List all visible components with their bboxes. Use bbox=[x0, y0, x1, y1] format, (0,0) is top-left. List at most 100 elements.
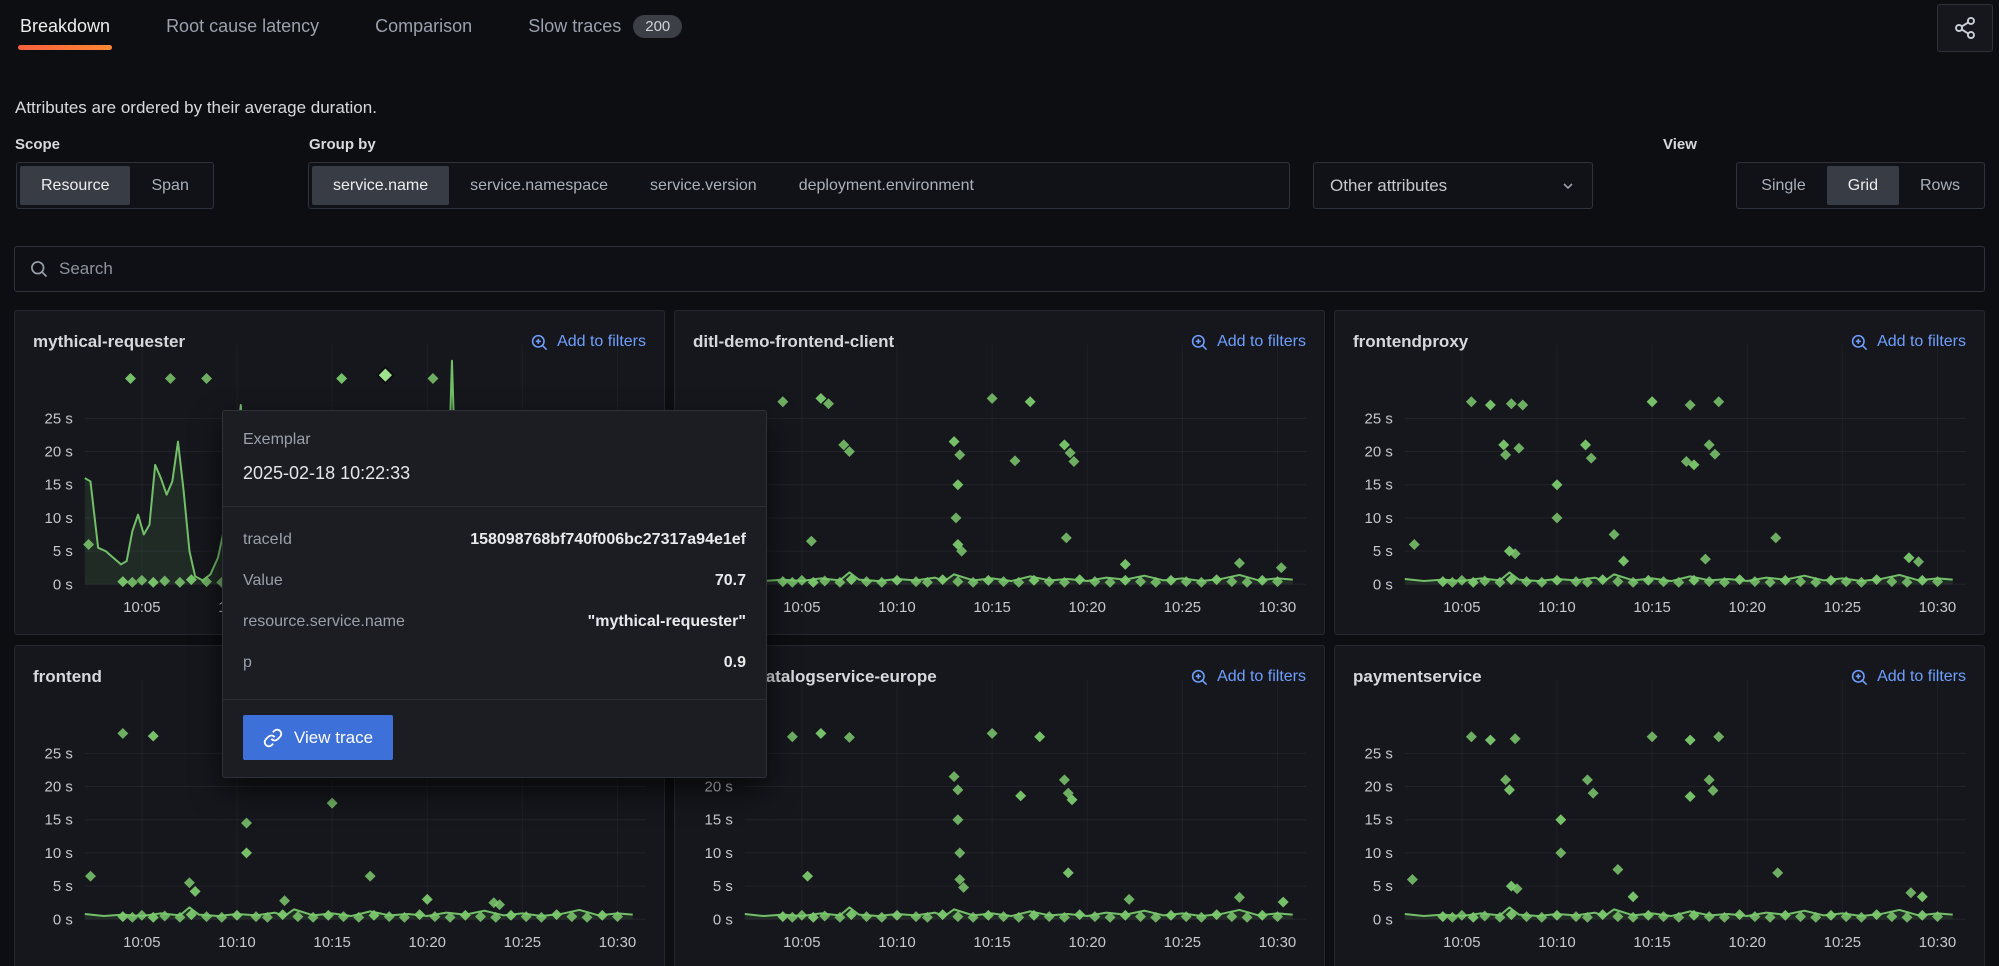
latency-chart[interactable]: 0 s5 s10 s15 s20 s25 s10:0510:1010:1510:… bbox=[1335, 311, 1984, 634]
tab-breakdown[interactable]: Breakdown bbox=[20, 0, 110, 52]
svg-text:10:15: 10:15 bbox=[1633, 599, 1670, 616]
tab-comparison[interactable]: Comparison bbox=[375, 0, 472, 52]
svg-text:0 s: 0 s bbox=[53, 576, 73, 593]
svg-text:25 s: 25 s bbox=[45, 745, 73, 762]
svg-text:10 s: 10 s bbox=[1365, 845, 1393, 862]
tab-label: Slow traces bbox=[528, 16, 621, 37]
view-group: Single Grid Rows bbox=[1736, 162, 1985, 209]
row-label: p bbox=[243, 654, 252, 672]
service-panel: 0 s5 s10 s15 s20 s25 s10:0510:1010:1510:… bbox=[674, 645, 1325, 966]
view-option-single[interactable]: Single bbox=[1740, 166, 1826, 205]
tab-label: Root cause latency bbox=[166, 16, 319, 37]
svg-text:10:20: 10:20 bbox=[1729, 934, 1766, 951]
svg-text:10:25: 10:25 bbox=[1164, 934, 1201, 951]
svg-text:10:10: 10:10 bbox=[1538, 934, 1575, 951]
service-panel: 0 s5 s10 s15 s20 s25 s10:0510:1010:1510:… bbox=[1334, 310, 1985, 635]
row-label: resource.service.name bbox=[243, 613, 405, 631]
svg-text:10:10: 10:10 bbox=[878, 934, 915, 951]
tab-bar: Breakdown Root cause latency Comparison … bbox=[0, 0, 1999, 52]
groupby-group: service.name service.namespace service.v… bbox=[308, 162, 1290, 209]
svg-text:10:20: 10:20 bbox=[409, 934, 446, 951]
svg-text:0 s: 0 s bbox=[1373, 576, 1393, 593]
other-attributes-value: Other attributes bbox=[1330, 176, 1447, 196]
share-icon bbox=[1952, 15, 1978, 41]
service-panel: 0 s5 s10 s15 s20 s25 s10:0510:1010:1510:… bbox=[1334, 645, 1985, 966]
svg-text:25 s: 25 s bbox=[45, 410, 73, 427]
svg-text:15 s: 15 s bbox=[45, 812, 73, 829]
svg-text:10:25: 10:25 bbox=[504, 934, 541, 951]
svg-text:10:15: 10:15 bbox=[973, 599, 1010, 616]
view-trace-button[interactable]: View trace bbox=[243, 715, 393, 760]
svg-text:10:30: 10:30 bbox=[1919, 599, 1956, 616]
add-to-filters-label: Add to filters bbox=[1877, 668, 1966, 686]
svg-text:10:30: 10:30 bbox=[599, 934, 636, 951]
view-option-grid[interactable]: Grid bbox=[1827, 166, 1899, 205]
svg-text:10:30: 10:30 bbox=[1259, 934, 1296, 951]
row-value: 158098768bf740f006bc27317a94e1ef bbox=[470, 531, 746, 549]
service-panel: 0 s5 s10 s15 s20 s25 s10:0510:1010:1510:… bbox=[674, 310, 1325, 635]
groupby-option-service-name[interactable]: service.name bbox=[312, 166, 449, 205]
panel-title: frontendproxy bbox=[1353, 332, 1468, 352]
svg-text:5 s: 5 s bbox=[1373, 543, 1393, 560]
groupby-option-service-version[interactable]: service.version bbox=[629, 166, 778, 205]
tooltip-rows: traceId 158098768bf740f006bc27317a94e1ef… bbox=[223, 507, 766, 700]
tooltip-row-p: p 0.9 bbox=[243, 642, 746, 683]
row-value: 0.9 bbox=[724, 654, 746, 672]
view-label: View bbox=[1663, 136, 1697, 153]
share-button[interactable] bbox=[1937, 4, 1993, 52]
add-to-filters-button[interactable]: Add to filters bbox=[1190, 333, 1306, 352]
add-to-filters-label: Add to filters bbox=[1217, 668, 1306, 686]
svg-text:10 s: 10 s bbox=[45, 510, 73, 527]
row-value: 70.7 bbox=[715, 572, 746, 590]
view-trace-label: View trace bbox=[294, 728, 373, 748]
groupby-option-deployment-environment[interactable]: deployment.environment bbox=[778, 166, 995, 205]
other-attributes-select[interactable]: Other attributes bbox=[1313, 162, 1593, 209]
tooltip-row-value: Value 70.7 bbox=[243, 560, 746, 601]
scope-option-resource[interactable]: Resource bbox=[20, 166, 130, 205]
tooltip-footer: View trace bbox=[223, 700, 766, 777]
panel-title: paymentservice bbox=[1353, 667, 1482, 687]
svg-text:20 s: 20 s bbox=[45, 779, 73, 796]
add-to-filters-label: Add to filters bbox=[1217, 333, 1306, 351]
svg-text:10:05: 10:05 bbox=[1443, 934, 1480, 951]
panel-header: paymentservice Add to filters bbox=[1335, 646, 1984, 694]
latency-chart[interactable]: 0 s5 s10 s15 s20 s25 s10:0510:1010:1510:… bbox=[675, 311, 1324, 634]
scope-option-span[interactable]: Span bbox=[130, 166, 209, 205]
exemplar-tooltip: Exemplar 2025-02-18 10:22:33 traceId 158… bbox=[222, 410, 767, 778]
svg-text:15 s: 15 s bbox=[45, 477, 73, 494]
svg-text:15 s: 15 s bbox=[1365, 812, 1393, 829]
add-to-filters-button[interactable]: Add to filters bbox=[1190, 668, 1306, 687]
svg-text:10:30: 10:30 bbox=[1919, 934, 1956, 951]
svg-text:25 s: 25 s bbox=[1365, 410, 1393, 427]
add-to-filters-button[interactable]: Add to filters bbox=[1850, 333, 1966, 352]
latency-chart[interactable]: 0 s5 s10 s15 s20 s25 s10:0510:1010:1510:… bbox=[1335, 646, 1984, 966]
svg-text:10:15: 10:15 bbox=[973, 934, 1010, 951]
link-icon bbox=[263, 728, 283, 748]
svg-text:10:25: 10:25 bbox=[1824, 599, 1861, 616]
groupby-option-service-namespace[interactable]: service.namespace bbox=[449, 166, 629, 205]
tooltip-row-traceid: traceId 158098768bf740f006bc27317a94e1ef bbox=[243, 519, 746, 560]
tab-root-cause-latency[interactable]: Root cause latency bbox=[166, 0, 319, 52]
panel-header: productcatalogservice-europe Add to filt… bbox=[675, 646, 1324, 694]
tooltip-header: Exemplar 2025-02-18 10:22:33 bbox=[223, 411, 766, 507]
panel-header: frontendproxy Add to filters bbox=[1335, 311, 1984, 359]
tab-slow-traces[interactable]: Slow traces 200 bbox=[528, 0, 682, 52]
add-to-filters-button[interactable]: Add to filters bbox=[1850, 668, 1966, 687]
zoom-plus-icon bbox=[1190, 333, 1209, 352]
zoom-plus-icon bbox=[1190, 668, 1209, 687]
latency-chart[interactable]: 0 s5 s10 s15 s20 s25 s10:0510:1010:1510:… bbox=[675, 646, 1324, 966]
svg-text:10:30: 10:30 bbox=[1259, 599, 1296, 616]
page-subtitle: Attributes are ordered by their average … bbox=[15, 98, 377, 118]
svg-text:5 s: 5 s bbox=[53, 878, 73, 895]
zoom-plus-icon bbox=[1850, 333, 1869, 352]
svg-text:25 s: 25 s bbox=[1365, 745, 1393, 762]
add-to-filters-button[interactable]: Add to filters bbox=[530, 333, 646, 352]
search-input[interactable] bbox=[59, 259, 1970, 279]
svg-text:10:25: 10:25 bbox=[1824, 934, 1861, 951]
svg-text:5 s: 5 s bbox=[1373, 878, 1393, 895]
svg-text:10 s: 10 s bbox=[45, 845, 73, 862]
zoom-plus-icon bbox=[530, 333, 549, 352]
view-option-rows[interactable]: Rows bbox=[1899, 166, 1981, 205]
panel-header: ditl-demo-frontend-client Add to filters bbox=[675, 311, 1324, 359]
scope-group: Resource Span bbox=[16, 162, 214, 209]
